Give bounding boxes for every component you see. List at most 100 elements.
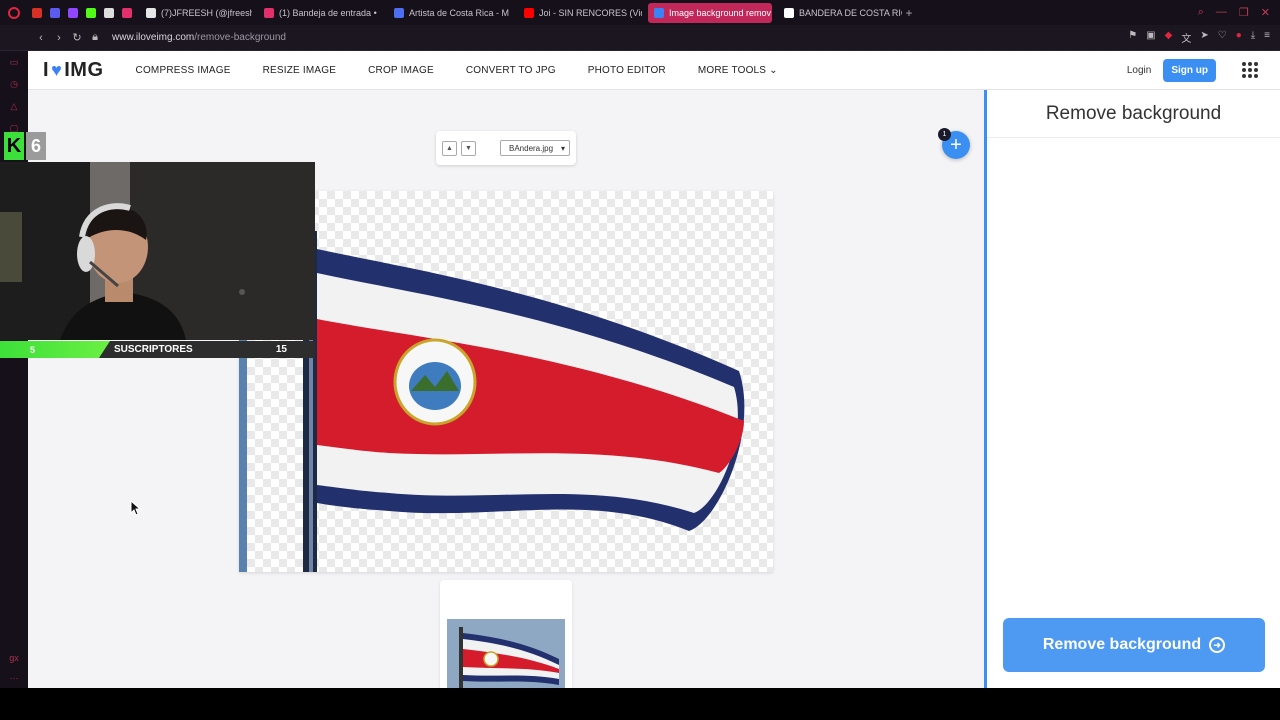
messenger-icon[interactable] bbox=[46, 0, 64, 25]
tab-label: Artista de Costa Rica - M bbox=[409, 7, 510, 18]
arrow-right-circle-icon: ➜ bbox=[1209, 637, 1226, 653]
tab-label: Joi - SIN RENCORES (Vid bbox=[539, 7, 642, 18]
browser-tab[interactable]: (1) Bandeja de entrada • bbox=[258, 3, 382, 23]
account-icon[interactable]: ● bbox=[1236, 30, 1242, 45]
new-tab-icon[interactable]: + bbox=[902, 6, 916, 20]
menu-item-more-tools[interactable]: MORE TOOLS ⌄ bbox=[698, 65, 778, 76]
sidebar-lock-icon[interactable]: △ bbox=[0, 95, 28, 117]
menu-item-convert-to-jpg[interactable]: CONVERT TO JPG bbox=[466, 65, 556, 76]
costa-rica-flag-image bbox=[239, 191, 745, 572]
menu-item-photo-editor[interactable]: PHOTO EDITOR bbox=[588, 65, 666, 76]
subscriber-goal-label: SUSCRIPTORES bbox=[114, 344, 193, 355]
kick-logo: K 6 bbox=[4, 131, 50, 161]
sidebar-wallet-icon[interactable]: ▭ bbox=[0, 51, 28, 73]
menu-item-label: CROP IMAGE bbox=[368, 64, 434, 76]
translate-icon[interactable]: 文 bbox=[1181, 30, 1191, 45]
next-image-button[interactable]: ▼ bbox=[461, 140, 476, 156]
extension-icon[interactable] bbox=[100, 0, 118, 25]
shield-icon[interactable]: ◆ bbox=[1165, 30, 1173, 45]
file-select[interactable]: BAndera.jpg ▾ bbox=[500, 140, 570, 156]
chevron-down-icon: ⌄ bbox=[766, 64, 778, 76]
apps-grid-icon[interactable] bbox=[1242, 62, 1258, 78]
logo-left: I bbox=[43, 58, 50, 81]
sidebar-more-icon[interactable]: ··· bbox=[0, 667, 28, 689]
site-header: I ♥ IMG COMPRESS IMAGE RESIZE IMAGE CROP I… bbox=[28, 51, 1280, 90]
menu-item-label: CONVERT TO JPG bbox=[465, 64, 556, 76]
gmail-icon[interactable] bbox=[28, 0, 46, 25]
tab-label: BANDERA DE COSTA RICA bbox=[799, 7, 902, 18]
menu-item-resize-image[interactable]: RESIZE IMAGE bbox=[263, 65, 337, 76]
browser-tab[interactable]: (7)JFREESH (@jfreeshh) | bbox=[140, 3, 252, 23]
remove-background-button[interactable]: Remove background ➜ bbox=[1003, 618, 1265, 672]
browser-tab[interactable]: Joi - SIN RENCORES (Vid bbox=[518, 3, 642, 23]
tab-favicon-icon bbox=[784, 7, 794, 18]
tab-favicon-icon bbox=[394, 7, 404, 18]
tab-label: (7)JFREESH (@jfreeshh) | bbox=[161, 7, 252, 18]
search-icon[interactable]: ⌕ bbox=[1198, 6, 1204, 19]
url-host: www.iloveimg.com bbox=[112, 32, 195, 43]
login-link[interactable]: Login bbox=[1127, 65, 1151, 76]
kick-icon[interactable] bbox=[82, 0, 100, 25]
subscriber-goal-progress: 5 bbox=[0, 341, 110, 358]
reload-icon[interactable]: ↻ bbox=[68, 31, 86, 44]
previous-image-button[interactable]: ▲ bbox=[442, 140, 457, 156]
main-menu: COMPRESS IMAGE RESIZE IMAGE CROP IMAGE CONV… bbox=[136, 65, 778, 76]
sidebar-history-icon[interactable]: ◷ bbox=[0, 73, 28, 95]
snapshot-icon[interactable]: ▣ bbox=[1146, 30, 1155, 45]
dropdown-caret-icon: ▾ bbox=[560, 143, 565, 153]
url-field[interactable]: www.iloveimg.com/remove-background bbox=[112, 32, 286, 43]
browser-tab[interactable]: BANDERA DE COSTA RICA bbox=[778, 3, 902, 23]
forward-icon[interactable]: › bbox=[50, 32, 68, 44]
download-icon[interactable]: ⤓ bbox=[1251, 30, 1255, 45]
webcam-feed bbox=[0, 162, 315, 340]
instagram-icon[interactable] bbox=[118, 0, 136, 25]
menu-item-crop-image[interactable]: CROP IMAGE bbox=[368, 65, 434, 76]
subscriber-goal-target: 15 bbox=[275, 344, 287, 355]
window-controls: ⌕ — ❐ ✕ bbox=[1198, 6, 1280, 19]
close-icon[interactable]: ✕ bbox=[1261, 6, 1270, 19]
panel-title: Remove background bbox=[987, 90, 1280, 138]
subscriber-goal-bar: 5 SUSCRIPTORES 15 bbox=[0, 341, 315, 358]
browser-tab-bar: (7)JFREESH (@jfreeshh) | (1) Bandeja de e… bbox=[0, 0, 1280, 25]
url-path: /remove-background bbox=[194, 32, 286, 43]
heart-logo-icon: ♥ bbox=[51, 59, 63, 80]
sidebar-gx-icon[interactable]: gx bbox=[0, 647, 28, 669]
back-icon[interactable]: ‹ bbox=[32, 32, 50, 44]
file-count-badge: 1 bbox=[938, 128, 951, 141]
tab-favicon-icon bbox=[264, 7, 274, 18]
tab-favicon-icon bbox=[146, 7, 156, 18]
browser-tab[interactable]: Image background remov bbox=[648, 2, 772, 23]
signup-button[interactable]: Sign up bbox=[1163, 58, 1216, 82]
send-icon[interactable]: ➤ bbox=[1200, 30, 1208, 45]
lock-icon: 🔒︎ bbox=[92, 31, 98, 43]
restore-icon[interactable]: ❐ bbox=[1239, 6, 1249, 19]
tab-label: Image background remov bbox=[669, 7, 772, 18]
menu-item-label: RESIZE IMAGE bbox=[262, 64, 337, 76]
image-preview bbox=[239, 191, 773, 572]
heart-icon[interactable]: ♡ bbox=[1218, 30, 1227, 45]
browser-tab[interactable]: Artista de Costa Rica - M bbox=[388, 3, 512, 23]
menu-item-compress-image[interactable]: COMPRESS IMAGE bbox=[136, 65, 231, 76]
menu-item-label: MORE TOOLS bbox=[697, 64, 767, 76]
tab-favicon-icon bbox=[524, 7, 534, 18]
menu-item-label: COMPRESS IMAGE bbox=[135, 64, 231, 76]
image-toolbar: ▲ ▼ BAndera.jpg ▾ bbox=[436, 131, 576, 165]
minimize-icon[interactable]: — bbox=[1216, 6, 1227, 19]
web-page: I ♥ IMG COMPRESS IMAGE RESIZE IMAGE CROP I… bbox=[28, 51, 1280, 688]
iloveimg-logo[interactable]: I ♥ IMG bbox=[43, 59, 104, 82]
twitch-icon[interactable] bbox=[64, 0, 82, 25]
kick-k-icon: K bbox=[4, 132, 24, 160]
header-actions: Login Sign up bbox=[1127, 58, 1280, 82]
remove-background-button-label: Remove background bbox=[1042, 636, 1202, 653]
bottom-strip bbox=[0, 688, 1280, 720]
thumbnail-card[interactable] bbox=[440, 580, 572, 688]
thumbnail-image bbox=[447, 619, 565, 688]
tab-label: (1) Bandeja de entrada • bbox=[279, 7, 377, 18]
logo-right: IMG bbox=[64, 58, 104, 81]
opera-logo-icon[interactable] bbox=[0, 0, 28, 25]
address-bar: ‹ › ↻ 🔒︎ www.iloveimg.com/remove-backgro… bbox=[0, 25, 1280, 51]
webcam-image bbox=[0, 162, 315, 340]
menu-icon[interactable]: ≡ bbox=[1264, 30, 1270, 45]
file-select-value: BAndera.jpg bbox=[509, 143, 554, 153]
bookmark-icon[interactable]: ⚑ bbox=[1128, 30, 1137, 45]
